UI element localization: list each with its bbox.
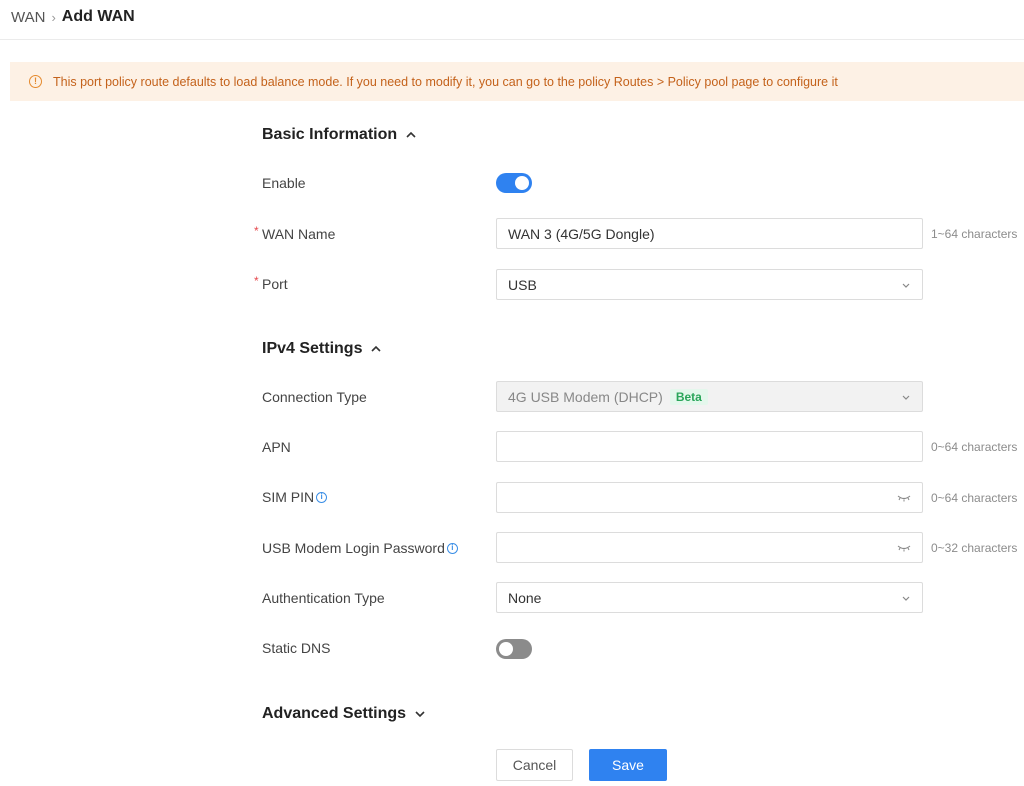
connection-type-display: 4G USB Modem (DHCP) Beta xyxy=(508,388,901,405)
breadcrumb-wan-link[interactable]: WAN xyxy=(11,9,45,26)
header-divider xyxy=(0,39,1024,40)
connection-type-label: Connection Type xyxy=(262,389,367,405)
chevron-down-icon xyxy=(902,395,910,400)
policy-notice-banner: ! This port policy route defaults to loa… xyxy=(10,62,1024,101)
page-title: Add WAN xyxy=(61,8,135,25)
usb-password-input[interactable] xyxy=(496,532,923,563)
auth-type-label: Authentication Type xyxy=(262,590,385,606)
chevron-down-icon xyxy=(415,711,425,718)
apn-hint: 0~64 characters xyxy=(931,439,1018,454)
port-value: USB xyxy=(508,276,537,293)
required-asterisk: * xyxy=(254,274,259,288)
save-button[interactable]: Save xyxy=(589,749,667,781)
wan-name-input[interactable]: WAN 3 (4G/5G Dongle) xyxy=(496,218,923,249)
connection-type-value: 4G USB Modem (DHCP) xyxy=(508,388,663,405)
toggle-knob xyxy=(515,176,529,190)
advanced-title: Advanced Settings xyxy=(262,705,407,722)
chevron-down-icon xyxy=(902,283,910,288)
warning-icon: ! xyxy=(29,75,42,88)
connection-type-select[interactable]: 4G USB Modem (DHCP) Beta xyxy=(496,381,923,412)
sim-pin-input[interactable] xyxy=(496,482,923,513)
ipv4-title: IPv4 Settings xyxy=(262,340,363,357)
chevron-up-icon xyxy=(406,131,416,138)
cancel-button[interactable]: Cancel xyxy=(496,749,573,781)
required-asterisk: * xyxy=(254,224,259,238)
apn-label: APN xyxy=(262,439,291,455)
wan-name-value: WAN 3 (4G/5G Dongle) xyxy=(508,225,655,242)
ipv4-section-toggle[interactable]: IPv4 Settings xyxy=(262,340,382,358)
info-icon[interactable]: i xyxy=(316,491,328,503)
wan-name-label: WAN Name xyxy=(262,226,336,242)
usb-password-hint: 0~32 characters xyxy=(931,540,1018,555)
wan-name-hint: 1~64 characters xyxy=(931,226,1018,241)
auth-type-value: None xyxy=(508,589,542,606)
enable-label: Enable xyxy=(262,175,306,191)
basic-info-section-toggle[interactable]: Basic Information xyxy=(262,126,417,144)
beta-badge: Beta xyxy=(669,388,708,405)
enable-toggle[interactable] xyxy=(496,173,532,193)
port-select[interactable]: USB xyxy=(496,269,923,300)
info-icon[interactable]: i xyxy=(446,542,458,554)
chevron-right-icon: › xyxy=(51,9,56,25)
sim-pin-label: SIM PIN xyxy=(262,489,315,505)
usb-password-label: USB Modem Login Password xyxy=(262,540,445,556)
port-label: Port xyxy=(262,276,288,292)
advanced-section-toggle[interactable]: Advanced Settings xyxy=(262,705,426,723)
static-dns-label: Static DNS xyxy=(262,640,331,656)
eye-closed-icon[interactable] xyxy=(897,543,911,553)
breadcrumb: WAN › Add WAN xyxy=(11,6,135,28)
usb-password-label-row: USB Modem Login Password i xyxy=(262,538,458,558)
chevron-up-icon xyxy=(371,345,382,352)
sim-pin-hint: 0~64 characters xyxy=(931,490,1018,505)
apn-input[interactable] xyxy=(496,431,923,462)
eye-closed-icon[interactable] xyxy=(897,493,911,503)
basic-info-title: Basic Information xyxy=(262,126,398,143)
notice-text: This port policy route defaults to load … xyxy=(53,74,838,89)
static-dns-toggle[interactable] xyxy=(496,639,532,659)
sim-pin-label-row: SIM PIN i xyxy=(262,487,328,507)
auth-type-select[interactable]: None xyxy=(496,582,923,613)
chevron-down-icon xyxy=(902,596,910,601)
toggle-knob xyxy=(499,642,513,656)
